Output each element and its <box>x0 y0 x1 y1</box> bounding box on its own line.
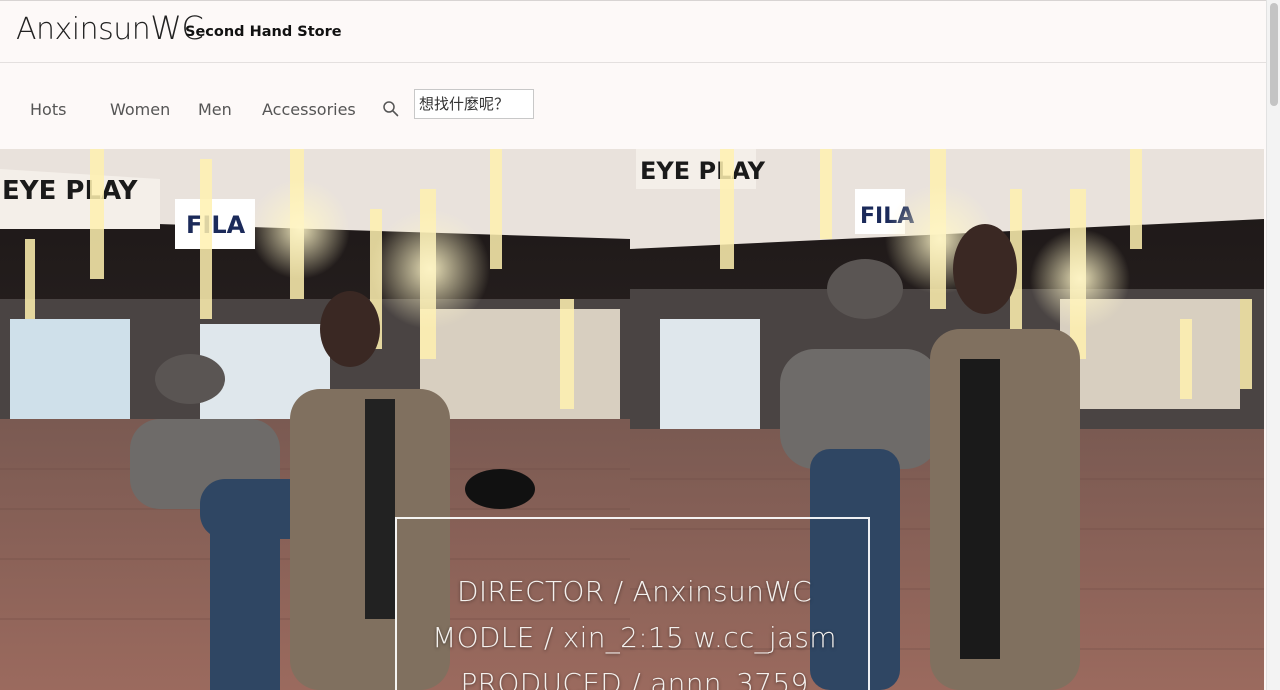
credit-director: DIRECTOR / AnxinsunWC <box>457 575 812 608</box>
storefront-sign-eyeplay-left: EYE PLAY <box>2 176 139 206</box>
store-tagline: Second Hand Store <box>185 24 342 40</box>
search-icon[interactable] <box>382 100 400 118</box>
nav-item-hots[interactable]: Hots <box>30 100 66 119</box>
hero-banner: EYE PLAY FILA EYE PLAY FILA DIRECTOR / A… <box>0 149 1264 690</box>
site-logo[interactable]: AnxinsunWC <box>16 9 204 49</box>
scrollbar-thumb[interactable] <box>1270 3 1278 106</box>
storefront-sign-eyeplay-right: EYE PLAY <box>640 157 766 185</box>
page-scrollbar[interactable] <box>1266 0 1280 690</box>
logo-main-text: Anxinsun <box>16 12 151 47</box>
search-input[interactable] <box>414 89 534 119</box>
nav-item-men[interactable]: Men <box>198 100 232 119</box>
storefront-sign-fila-left: FILA <box>186 211 246 239</box>
credits-box: DIRECTOR / AnxinsunWC MODLE / xin_2:15 w… <box>395 517 870 690</box>
site-header: AnxinsunWC Second Hand Store <box>0 0 1266 63</box>
main-nav: Hots Women Men Accessories <box>0 64 1266 149</box>
credit-produced: PRODUCED / annn_3759 <box>460 667 809 690</box>
nav-item-women[interactable]: Women <box>110 100 170 119</box>
nav-item-accessories[interactable]: Accessories <box>262 100 356 119</box>
credit-model: MODLE / xin_2:15 w.cc_jasm <box>432 621 837 654</box>
